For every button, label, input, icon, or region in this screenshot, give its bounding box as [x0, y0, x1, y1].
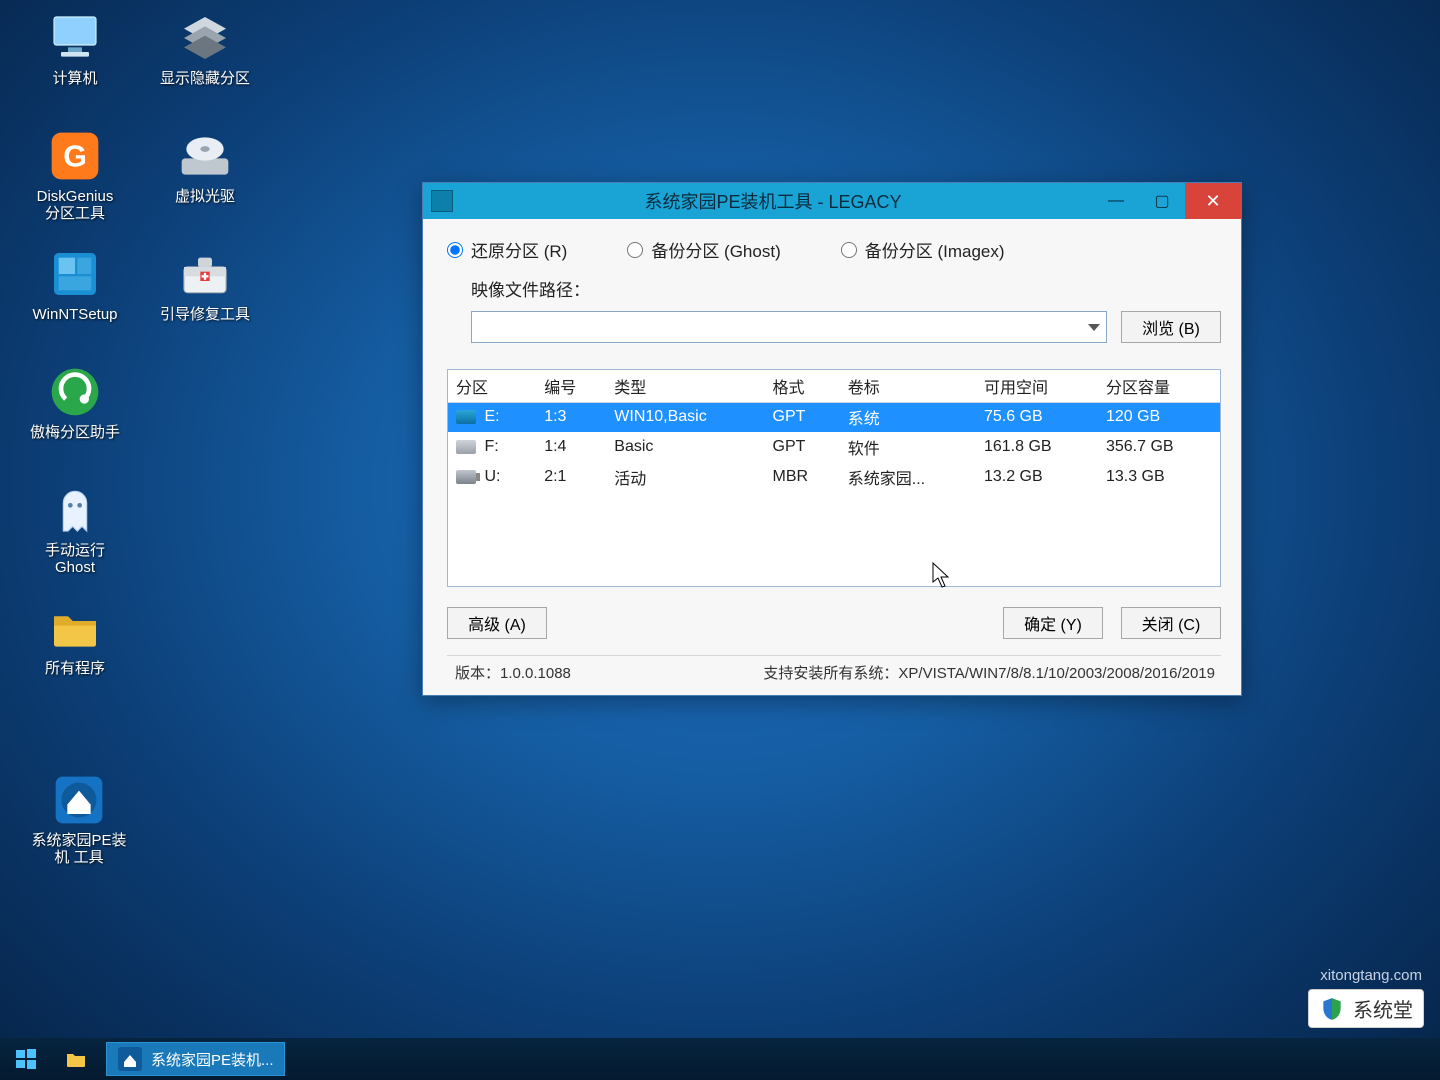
desktop-icon-label: 显示隐藏分区	[160, 70, 250, 87]
desktop-icon-computer[interactable]: 计算机	[20, 10, 130, 118]
aomei-icon	[47, 364, 103, 420]
disk-icon	[456, 470, 476, 484]
desktop-icon-label: 手动运行 Ghost	[45, 542, 105, 577]
desktop: 计算机 显示隐藏分区 G DiskGenius 分区工具 虚拟光驱 WinNTS…	[0, 0, 280, 708]
window-body: 还原分区 (R) 备份分区 (Ghost) 备份分区 (Imagex) 映像文件…	[423, 219, 1241, 695]
watermark-url: xitongtang.com	[1320, 967, 1422, 984]
desktop-icon-show-hidden[interactable]: 显示隐藏分区	[150, 10, 260, 118]
col-free: 可用空间	[976, 370, 1098, 402]
maximize-button[interactable]: ▢	[1139, 188, 1185, 214]
col-format: 格式	[765, 370, 840, 402]
start-button[interactable]	[6, 1042, 46, 1076]
cd-drive-icon	[177, 128, 233, 184]
desktop-icon-virtual-cd[interactable]: 虚拟光驱	[150, 128, 260, 236]
version-text: 版本：1.0.0.1088	[455, 662, 571, 683]
toolbox-icon	[177, 246, 233, 302]
watermark-badge: 系统堂	[1308, 989, 1424, 1028]
col-capacity: 分区容量	[1098, 370, 1220, 402]
taskbar-item-pe-installer[interactable]: 系统家园PE装机...	[106, 1042, 285, 1076]
diskgenius-icon: G	[47, 128, 103, 184]
pe-installer-window: 系统家园PE装机工具 - LEGACY — ▢ ✕ 还原分区 (R) 备份分区 …	[422, 182, 1242, 696]
computer-icon	[47, 10, 103, 66]
disk-icon	[456, 410, 476, 424]
radio-label: 备份分区 (Ghost)	[651, 237, 780, 262]
desktop-icon-winntsetup[interactable]: WinNTSetup	[20, 246, 130, 354]
advanced-button[interactable]: 高级 (A)	[447, 607, 547, 639]
desktop-icon-label: 虚拟光驱	[175, 188, 235, 205]
desktop-icon-label: 所有程序	[45, 660, 105, 677]
desktop-icon-label: 系统家园PE装 机 工具	[24, 832, 134, 867]
disk-icon	[456, 440, 476, 454]
folder-icon	[47, 600, 103, 656]
desktop-icon-label: WinNTSetup	[32, 306, 117, 323]
desktop-icon-all-programs[interactable]: 所有程序	[20, 600, 130, 708]
radio-label: 还原分区 (R)	[471, 237, 567, 262]
support-text: 支持安装所有系统：XP/VISTA/WIN7/8/8.1/10/2003/200…	[763, 662, 1215, 683]
table-row[interactable]: U:2:1活动MBR系统家园...13.2 GB13.3 GB	[448, 462, 1220, 492]
windows-logo-icon	[14, 1047, 38, 1071]
desktop-icon-pe-launcher[interactable]: 系统家园PE装 机 工具	[24, 772, 134, 867]
house-icon	[51, 772, 107, 828]
desktop-icon-label: DiskGenius 分区工具	[37, 188, 114, 223]
desktop-icon-boot-repair[interactable]: 引导修复工具	[150, 246, 260, 354]
taskbar-item-explorer[interactable]	[52, 1042, 100, 1076]
shield-icon	[1319, 996, 1345, 1022]
mode-radios: 还原分区 (R) 备份分区 (Ghost) 备份分区 (Imagex)	[447, 237, 1221, 262]
app-icon	[431, 190, 453, 212]
radio-restore[interactable]: 还原分区 (R)	[447, 237, 567, 262]
titlebar[interactable]: 系统家园PE装机工具 - LEGACY — ▢ ✕	[423, 183, 1241, 219]
status-bar: 版本：1.0.0.1088 支持安装所有系统：XP/VISTA/WIN7/8/8…	[447, 655, 1221, 689]
col-number: 编号	[536, 370, 606, 402]
table-header-row: 分区 编号 类型 格式 卷标 可用空间 分区容量	[448, 370, 1220, 402]
desktop-icon-label: 引导修复工具	[160, 306, 250, 323]
taskbar-item-label: 系统家园PE装机...	[151, 1049, 274, 1070]
radio-label: 备份分区 (Imagex)	[865, 237, 1005, 262]
image-path-combo[interactable]	[471, 311, 1107, 343]
cancel-button[interactable]: 关闭 (C)	[1121, 607, 1221, 639]
col-partition: 分区	[448, 370, 536, 402]
close-button[interactable]: ✕	[1185, 183, 1241, 219]
desktop-icon-label: 计算机	[52, 70, 97, 87]
col-type: 类型	[606, 370, 764, 402]
ok-button[interactable]: 确定 (Y)	[1003, 607, 1103, 639]
desktop-icon-label: 傲梅分区助手	[30, 424, 120, 441]
house-icon	[117, 1046, 143, 1072]
browse-button[interactable]: 浏览 (B)	[1121, 311, 1221, 343]
taskbar: 系统家园PE装机...	[0, 1038, 1440, 1080]
partition-table[interactable]: 分区 编号 类型 格式 卷标 可用空间 分区容量 E:1:3WIN10,Basi…	[447, 369, 1221, 587]
table-row[interactable]: E:1:3WIN10,BasicGPT系统75.6 GB120 GB	[448, 402, 1220, 432]
ghost-icon	[47, 482, 103, 538]
partition-icon	[177, 10, 233, 66]
radio-backup-ghost[interactable]: 备份分区 (Ghost)	[627, 237, 780, 262]
winntsetup-icon	[47, 246, 103, 302]
col-volume: 卷标	[840, 370, 976, 402]
radio-backup-imagex[interactable]: 备份分区 (Imagex)	[841, 237, 1005, 262]
desktop-icon-diskgenius[interactable]: G DiskGenius 分区工具	[20, 128, 130, 236]
watermark-text: 系统堂	[1353, 994, 1413, 1023]
desktop-icon-aomei[interactable]: 傲梅分区助手	[20, 364, 130, 472]
folder-icon	[63, 1046, 89, 1072]
svg-text:G: G	[63, 141, 87, 174]
table-row[interactable]: F:1:4BasicGPT软件161.8 GB356.7 GB	[448, 432, 1220, 462]
chevron-down-icon	[1088, 324, 1100, 331]
window-title: 系统家园PE装机工具 - LEGACY	[453, 188, 1093, 214]
minimize-button[interactable]: —	[1093, 188, 1139, 214]
desktop-icon-ghost[interactable]: 手动运行 Ghost	[20, 482, 130, 590]
image-path-label: 映像文件路径：	[471, 276, 590, 301]
